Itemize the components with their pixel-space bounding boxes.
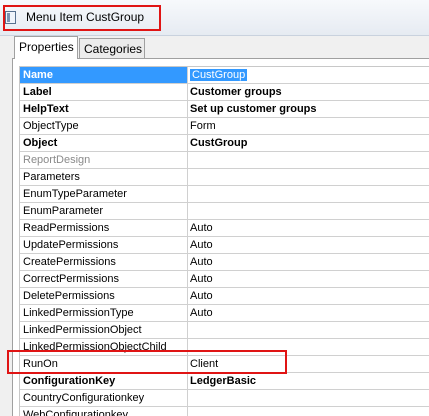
property-row-countryconfigurationkey[interactable]: CountryConfigurationkey — [20, 390, 429, 407]
property-value[interactable]: LedgerBasic — [188, 373, 429, 389]
property-value[interactable] — [188, 169, 429, 185]
property-name: CorrectPermissions — [20, 271, 188, 287]
property-name: DeletePermissions — [20, 288, 188, 304]
property-row-correctpermissions[interactable]: CorrectPermissions Auto — [20, 271, 429, 288]
property-row-linkedpermissionobjectchild[interactable]: LinkedPermissionObjectChild — [20, 339, 429, 356]
property-name: WebConfigurationkey — [20, 407, 188, 416]
property-name: ReadPermissions — [20, 220, 188, 236]
property-row-parameters[interactable]: Parameters — [20, 169, 429, 186]
property-row-enumparameter[interactable]: EnumParameter — [20, 203, 429, 220]
property-name: ObjectType — [20, 118, 188, 134]
property-value[interactable]: CustGroup — [188, 67, 429, 83]
property-row-object[interactable]: Object CustGroup — [20, 135, 429, 152]
property-name: CreatePermissions — [20, 254, 188, 270]
property-value[interactable]: Client — [188, 356, 429, 372]
property-value[interactable] — [188, 407, 429, 416]
property-value[interactable]: Auto — [188, 305, 429, 321]
property-value[interactable]: Form — [188, 118, 429, 134]
property-grid: Name CustGroup Label Customer groups Hel… — [19, 66, 429, 416]
property-name: ConfigurationKey — [20, 373, 188, 389]
property-value[interactable]: Auto — [188, 254, 429, 270]
property-row-readpermissions[interactable]: ReadPermissions Auto — [20, 220, 429, 237]
property-row-webconfigurationkey[interactable]: WebConfigurationkey — [20, 407, 429, 416]
property-row-reportdesign[interactable]: ReportDesign — [20, 152, 429, 169]
property-row-createpermissions[interactable]: CreatePermissions Auto — [20, 254, 429, 271]
property-name: HelpText — [20, 101, 188, 117]
property-row-updatepermissions[interactable]: UpdatePermissions Auto — [20, 237, 429, 254]
property-name: LinkedPermissionObjectChild — [20, 339, 188, 355]
property-name: EnumParameter — [20, 203, 188, 219]
property-name: CountryConfigurationkey — [20, 390, 188, 406]
property-name: ReportDesign — [20, 152, 188, 168]
tab-properties[interactable]: Properties — [14, 36, 78, 59]
property-row-deletepermissions[interactable]: DeletePermissions Auto — [20, 288, 429, 305]
property-name: Label — [20, 84, 188, 100]
property-value[interactable]: Auto — [188, 237, 429, 253]
property-value[interactable]: Set up customer groups — [188, 101, 429, 117]
property-value[interactable]: Auto — [188, 271, 429, 287]
property-value[interactable]: Customer groups — [188, 84, 429, 100]
property-row-configurationkey[interactable]: ConfigurationKey LedgerBasic — [20, 373, 429, 390]
property-row-runon[interactable]: RunOn Client — [20, 356, 429, 373]
property-row-label[interactable]: Label Customer groups — [20, 84, 429, 101]
property-name: Object — [20, 135, 188, 151]
property-name: LinkedPermissionType — [20, 305, 188, 321]
property-value[interactable] — [188, 152, 429, 168]
property-value[interactable] — [188, 322, 429, 338]
property-name: Parameters — [20, 169, 188, 185]
property-value-text: CustGroup — [190, 69, 248, 81]
property-row-name[interactable]: Name CustGroup — [20, 67, 429, 84]
property-value[interactable] — [188, 390, 429, 406]
property-value[interactable] — [188, 339, 429, 355]
property-value[interactable] — [188, 203, 429, 219]
property-name: Name — [20, 67, 188, 83]
property-value[interactable]: CustGroup — [188, 135, 429, 151]
property-row-linkedpermissionobject[interactable]: LinkedPermissionObject — [20, 322, 429, 339]
window-icon — [5, 11, 16, 24]
property-row-linkedpermissiontype[interactable]: LinkedPermissionType Auto — [20, 305, 429, 322]
title-bar: Menu Item CustGroup — [0, 0, 429, 36]
window-title: Menu Item CustGroup — [26, 10, 145, 24]
property-name: UpdatePermissions — [20, 237, 188, 253]
property-row-helptext[interactable]: HelpText Set up customer groups — [20, 101, 429, 118]
tab-categories[interactable]: Categories — [79, 38, 145, 59]
property-row-objecttype[interactable]: ObjectType Form — [20, 118, 429, 135]
property-name: LinkedPermissionObject — [20, 322, 188, 338]
property-name: EnumTypeParameter — [20, 186, 188, 202]
property-value[interactable] — [188, 186, 429, 202]
property-value[interactable]: Auto — [188, 288, 429, 304]
property-row-enumtypeparameter[interactable]: EnumTypeParameter — [20, 186, 429, 203]
property-value[interactable]: Auto — [188, 220, 429, 236]
property-name: RunOn — [20, 356, 188, 372]
